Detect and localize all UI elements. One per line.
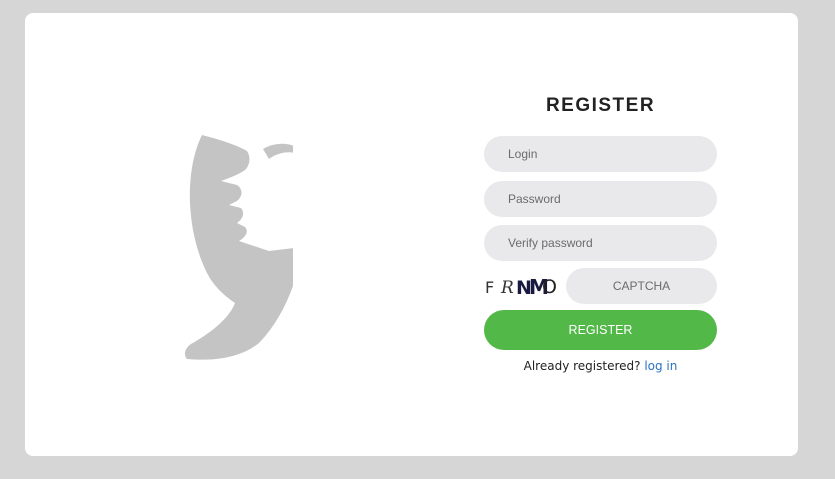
login-link[interactable]: log in [644,359,677,373]
register-card: REGISTER F R N M O REGISTER Already regi… [25,13,798,456]
register-button[interactable]: REGISTER [484,310,717,350]
face-profile-icon [184,135,293,360]
already-registered-text: Already registered? [523,359,641,373]
captcha-char: O [542,276,557,298]
captcha-char: R [500,278,514,298]
already-registered: Already registered? log in [484,359,717,373]
captcha-image: F R N M O [485,275,557,299]
register-title: REGISTER [545,95,656,116]
captcha-char: F [485,278,494,297]
captcha-input[interactable] [566,268,717,304]
verify-password-input[interactable] [484,225,717,261]
password-input[interactable] [484,181,717,217]
login-input[interactable] [484,136,717,172]
